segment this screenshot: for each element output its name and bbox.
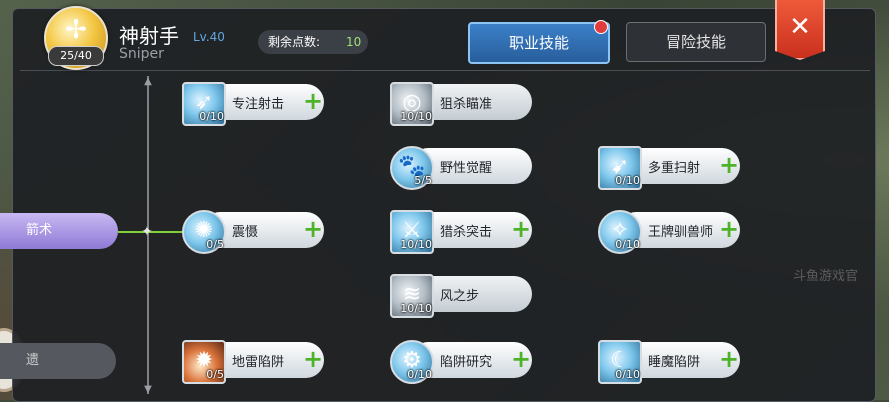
skill-wind-step[interactable]: ≋ 10/10 风之步 [390, 274, 535, 318]
close-button[interactable]: ✕ [775, 0, 825, 60]
remaining-points-value: 10 [346, 35, 362, 49]
skill-name: 狙杀瞄准 [440, 97, 493, 112]
remaining-points: 剩余点数: 10 [258, 30, 368, 54]
add-skill-point-button[interactable]: + [718, 347, 740, 371]
skill-level: 0/10 [615, 174, 640, 187]
add-skill-point-button[interactable]: + [718, 217, 740, 241]
prev-class-skill-archery[interactable]: 箭术 [0, 213, 118, 249]
chevron-down-icon: ▼ [144, 384, 152, 395]
skill-name: 风之步 [440, 289, 480, 304]
header-divider [20, 70, 870, 71]
skill-name: 王牌驯兽师 [648, 225, 714, 240]
skill-name: 地雷陷阱 [232, 355, 285, 370]
skill-sniper-aim[interactable]: ◎ 10/10 狙杀瞄准 [390, 82, 535, 126]
skill-level: 0/10 [615, 368, 640, 381]
skill-level: 0/10 [615, 238, 640, 251]
remaining-points-label: 剩余点数: [268, 35, 321, 49]
add-skill-point-button[interactable]: + [302, 89, 324, 113]
skill-beast-master[interactable]: ✧ 0/10 王牌驯兽师 + [598, 210, 743, 254]
skill-multi-shot[interactable]: ➹ 0/10 多重扫射 + [598, 146, 743, 190]
skill-trap-research[interactable]: ⚙ 0/10 陷阱研究 + [390, 340, 535, 384]
add-skill-point-button[interactable]: + [718, 153, 740, 177]
job-name: 神射手 [119, 24, 179, 48]
prev-class-skill[interactable]: 遗 [0, 343, 116, 379]
tab-adventure-skills[interactable]: 冒险技能 [626, 22, 766, 62]
notification-dot [594, 20, 608, 34]
add-skill-point-button[interactable]: + [302, 217, 324, 241]
skill-level: 10/10 [400, 302, 432, 315]
watermark: 斗鱼游戏官 [793, 269, 859, 284]
skill-level: 0/10 [407, 368, 432, 381]
skill-focus-shot[interactable]: ➶ 0/10 专注射击 + [182, 82, 327, 126]
tree-node-icon: ✦ [141, 224, 153, 240]
chevron-up-icon: ▲ [144, 76, 152, 87]
tab-job-skills[interactable]: 职业技能 [468, 22, 610, 64]
skill-level: 0/5 [206, 368, 224, 381]
skill-stun[interactable]: ✺ 0/5 震慑 + [182, 210, 327, 254]
job-name-en: Sniper [119, 46, 164, 62]
skill-level: 0/10 [199, 110, 224, 123]
skill-level: 10/10 [400, 110, 432, 123]
skill-name: 睡魔陷阱 [648, 355, 701, 370]
skill-name: 震慑 [232, 225, 259, 240]
skill-level: 0/5 [206, 238, 224, 251]
skill-wild-awakening[interactable]: 🐾 5/5 野性觉醒 [390, 146, 535, 190]
skill-points-used: 25/40 [48, 46, 104, 66]
skill-hunt-assault[interactable]: ⚔ 10/10 猎杀突击 + [390, 210, 535, 254]
skill-name: 陷阱研究 [440, 355, 493, 370]
crossbow-icon: ✢ [65, 15, 87, 45]
skill-name: 专注射击 [232, 97, 285, 112]
skill-level: 5/5 [414, 174, 432, 187]
add-skill-point-button[interactable]: + [510, 217, 532, 241]
skill-name: 多重扫射 [648, 161, 701, 176]
skill-sleep-trap[interactable]: ☾ 0/10 睡魔陷阱 + [598, 340, 743, 384]
skill-level: 10/10 [400, 238, 432, 251]
add-skill-point-button[interactable]: + [510, 347, 532, 371]
skill-name: 猎杀突击 [440, 225, 493, 240]
add-skill-point-button[interactable]: + [302, 347, 324, 371]
skill-name: 野性觉醒 [440, 161, 493, 176]
job-level: Lv.40 [193, 30, 225, 44]
skill-mine-trap[interactable]: ✹ 0/5 地雷陷阱 + [182, 340, 327, 384]
close-icon: ✕ [789, 12, 811, 42]
